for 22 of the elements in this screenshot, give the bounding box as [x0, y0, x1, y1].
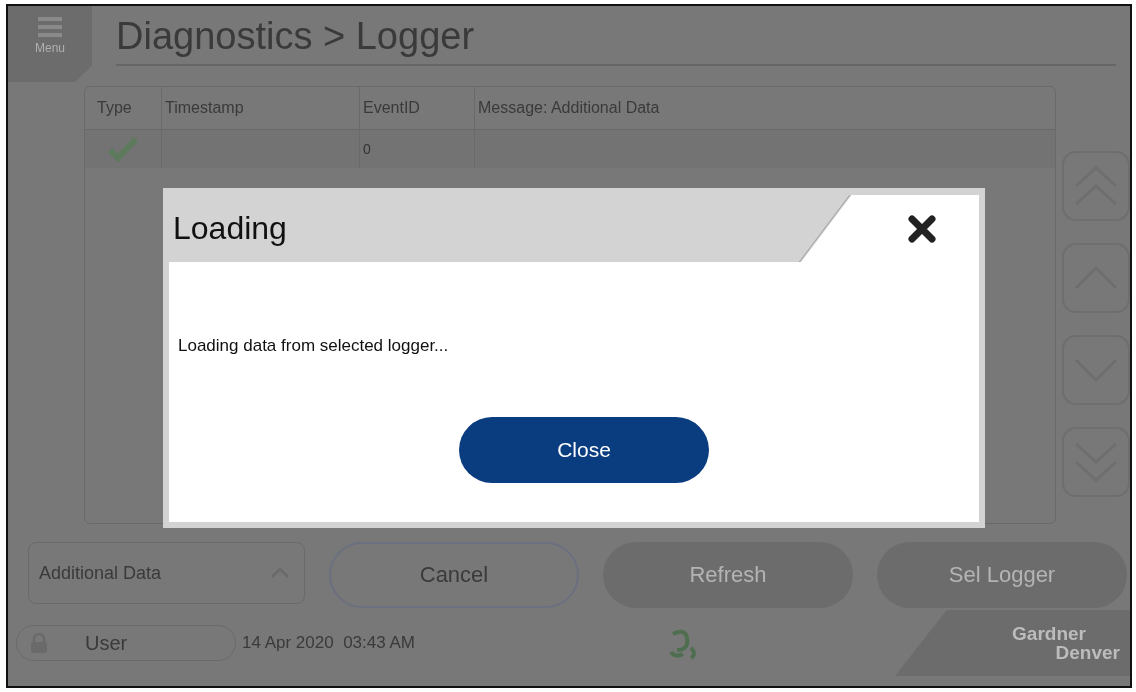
page-title: Diagnostics > Logger — [116, 8, 1116, 66]
down-button[interactable] — [1062, 335, 1130, 405]
close-icon[interactable] — [907, 213, 937, 244]
column-header: Message: Additional Data — [477, 98, 661, 118]
action-button[interactable]: Refresh — [603, 542, 853, 608]
dialog-title: Loading — [172, 210, 287, 247]
dialog-message: Loading data from selected logger... — [178, 336, 450, 356]
page-up-button[interactable] — [1062, 151, 1130, 221]
page-down-button[interactable] — [1062, 427, 1130, 497]
close-button[interactable]: Close — [459, 417, 709, 483]
action-button[interactable]: Cancel — [329, 542, 579, 608]
dropdown[interactable]: Additional Data — [28, 542, 305, 604]
brand-logo: Gardner Denver — [895, 610, 1130, 676]
menu-button[interactable]: Menu — [8, 6, 92, 82]
column-header: Timestamp — [162, 87, 360, 129]
column-header: Type — [85, 87, 162, 129]
up-button[interactable] — [1062, 243, 1130, 313]
column-header: EventID — [360, 87, 475, 129]
date-time: 14 Apr 2020 03:43 AM — [242, 633, 415, 653]
menu-icon — [38, 17, 62, 37]
action-button[interactable]: Sel Logger — [877, 542, 1127, 608]
table-cell: 0 — [360, 130, 475, 168]
